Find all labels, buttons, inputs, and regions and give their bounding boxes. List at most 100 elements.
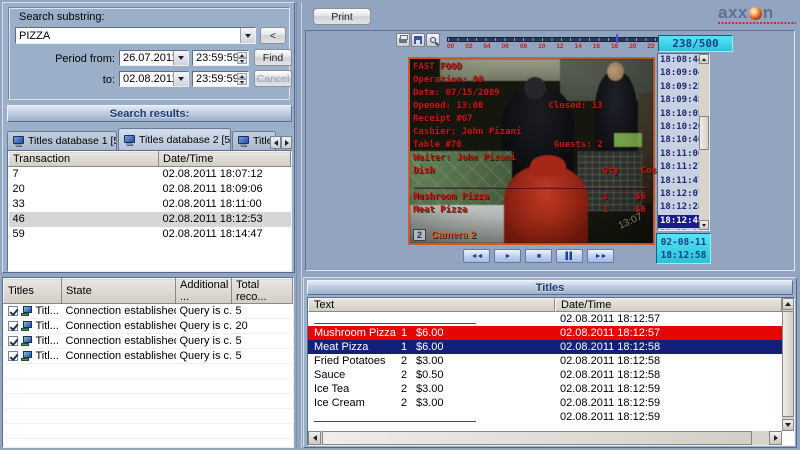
scroll-down-icon[interactable]: [782, 419, 794, 431]
scroll-left-icon[interactable]: [308, 431, 321, 445]
tabs-scroll-right-button[interactable]: [281, 136, 292, 149]
search-input[interactable]: PIZZA: [15, 27, 256, 44]
col-header-transaction[interactable]: Transaction: [9, 152, 159, 167]
logo-tagline: [718, 22, 796, 24]
axxon-logo: axx n: [718, 5, 796, 29]
connection-row[interactable]: Titl... Connection establishedQuery is c…: [4, 334, 293, 349]
transaction-row[interactable]: 5902.08.2011 18:14:47: [9, 227, 291, 242]
timeline-ruler[interactable]: 0002 0406 0810 1214 1618 2022 24: [447, 34, 673, 51]
search-section: Search substring: PIZZA < Period from: 2…: [2, 2, 295, 273]
connection-row[interactable]: Titl... Connection establishedQuery is c…: [4, 319, 293, 334]
titles-table: Text Date/Time 02.08.2011 18:12:57 Mushr…: [307, 297, 795, 446]
camera-number-badge: 2: [413, 229, 426, 241]
col-header-titles[interactable]: Titles: [4, 279, 62, 304]
transaction-row[interactable]: 3302.08.2011 18:11:00: [9, 197, 291, 212]
database-monitor-icon: [124, 135, 135, 143]
tabs-scroll-left-button[interactable]: [270, 136, 281, 149]
cancel-button[interactable]: Cancel: [254, 70, 292, 87]
database-monitor-icon: [13, 136, 24, 144]
vertical-splitter[interactable]: [296, 2, 302, 448]
titles-checkbox[interactable]: [8, 351, 18, 361]
titles-checkbox[interactable]: [8, 336, 18, 346]
rewind-button[interactable]: ◄◄: [463, 249, 490, 263]
title-row[interactable]: Ice Cream2 $3.0002.08.2011 18:12:59: [308, 396, 782, 410]
forward-button[interactable]: ►►: [587, 249, 614, 263]
logo-eye-icon: [749, 7, 762, 20]
to-time-spinner[interactable]: 23:59:59: [192, 71, 249, 87]
transaction-row[interactable]: 2002.08.2011 18:09:06: [9, 182, 291, 197]
titles-horizontal-scrollbar[interactable]: [308, 431, 782, 445]
timeline-position-marker[interactable]: [616, 34, 618, 43]
pos-titles-overlay: FAST FOOD Operation: 00 Date: 07/15/2009…: [413, 61, 657, 217]
tab-titles-database-1[interactable]: Titles database 1 [5]: [7, 131, 117, 150]
zoom-button[interactable]: [426, 33, 440, 47]
save-disk-icon: [414, 36, 422, 44]
col-header-datetime[interactable]: Date/Time: [159, 152, 291, 167]
transaction-row-selected[interactable]: 4602.08.2011 18:12:53: [9, 212, 291, 227]
find-button[interactable]: Find: [254, 49, 292, 66]
video-frame[interactable]: FAST FOOD Operation: 00 Date: 07/15/2009…: [408, 57, 655, 245]
scroll-thumb[interactable]: [322, 431, 752, 445]
connection-row[interactable]: Titl... Connection establishedQuery is c…: [4, 349, 293, 364]
tab-titles-database-2[interactable]: Titles database 2 [5]: [118, 128, 231, 150]
back-button-label: <: [270, 30, 276, 42]
from-time-spinner[interactable]: 23:59:59: [192, 50, 249, 66]
to-date-dropdown-icon[interactable]: [173, 72, 188, 86]
title-row-highlight-red[interactable]: Mushroom Pizza1 $6.0002.08.2011 18:12:57: [308, 326, 782, 340]
print-button[interactable]: Print: [313, 8, 371, 25]
app-root: Search substring: PIZZA < Period from: 2…: [0, 0, 800, 450]
scroll-thumb[interactable]: [782, 311, 794, 417]
search-input-value: PIZZA: [16, 29, 240, 43]
receipt-separator-line: [314, 315, 476, 324]
playback-controls: ◄◄ ► ■ ▌▌ ►►: [463, 249, 614, 263]
col-header-total[interactable]: Total reco...: [232, 279, 293, 304]
col-header-state[interactable]: State: [62, 279, 176, 304]
scroll-up-icon[interactable]: [782, 298, 794, 310]
print-icon: [399, 38, 407, 43]
stop-button[interactable]: ■: [525, 249, 552, 263]
snapshot-print-button[interactable]: [396, 33, 410, 47]
tab-label: Titles database 2 [5]: [139, 134, 231, 146]
title-row-highlight-blue[interactable]: Meat Pizza1 $6.0002.08.2011 18:12:58: [308, 340, 782, 354]
timeline-bar[interactable]: [447, 37, 673, 42]
col-header-text[interactable]: Text: [308, 298, 555, 312]
scroll-right-icon[interactable]: [769, 431, 782, 445]
stop-icon: ■: [537, 253, 540, 260]
col-header-additional[interactable]: Additional ...: [176, 279, 232, 304]
save-button[interactable]: [411, 33, 425, 47]
search-results-header-label: Search results:: [110, 108, 189, 120]
play-button[interactable]: ►: [494, 249, 521, 263]
title-row[interactable]: 02.08.2011 18:12:59: [308, 410, 782, 424]
magnifier-icon: [430, 37, 436, 43]
from-date-dropdown-icon[interactable]: [173, 51, 188, 65]
to-date-picker[interactable]: 02.08.2011: [119, 71, 189, 87]
titles-checkbox[interactable]: [8, 321, 18, 331]
from-date-picker[interactable]: 26.07.2011: [119, 50, 189, 66]
period-to-label: to:: [31, 74, 115, 86]
transaction-row[interactable]: 702.08.2011 18:07:12: [9, 167, 291, 182]
search-dropdown-icon[interactable]: [240, 28, 255, 43]
scroll-thumb[interactable]: [699, 116, 709, 150]
pause-button[interactable]: ▌▌: [556, 249, 583, 263]
titles-checkbox[interactable]: [8, 306, 18, 316]
connections-section: Titles State Additional ... Total reco..…: [2, 277, 294, 448]
titles-db-icon: [21, 351, 33, 361]
timestamp-scrollbar[interactable]: [699, 54, 709, 230]
title-row[interactable]: Fried Potatoes2 $3.0002.08.2011 18:12:58: [308, 354, 782, 368]
timeline-tick-labels: 0002 0406 0810 1214 1618 2022 24: [447, 43, 673, 50]
title-row[interactable]: Ice Tea2 $3.0002.08.2011 18:12:59: [308, 382, 782, 396]
rewind-icon: ◄◄: [471, 253, 483, 260]
to-time-spin-buttons[interactable]: [237, 73, 247, 85]
scroll-up-icon[interactable]: [699, 54, 709, 64]
title-row[interactable]: Sauce2 $0.5002.08.2011 18:12:58: [308, 368, 782, 382]
transactions-table: Transaction Date/Time 702.08.2011 18:07:…: [7, 150, 292, 272]
connection-row[interactable]: Titl... Connection establishedQuery is c…: [4, 304, 293, 319]
frame-counter: 238/500: [658, 35, 733, 52]
back-button[interactable]: <: [260, 27, 286, 44]
col-header-titles-datetime[interactable]: Date/Time: [555, 298, 782, 312]
from-time-spin-buttons[interactable]: [237, 52, 247, 64]
playback-datetime-display: 02-08-11 18:12:58: [656, 233, 711, 264]
titles-vertical-scrollbar[interactable]: [782, 298, 794, 431]
scroll-down-icon[interactable]: [699, 220, 709, 230]
title-row[interactable]: 02.08.2011 18:12:57: [308, 312, 782, 326]
